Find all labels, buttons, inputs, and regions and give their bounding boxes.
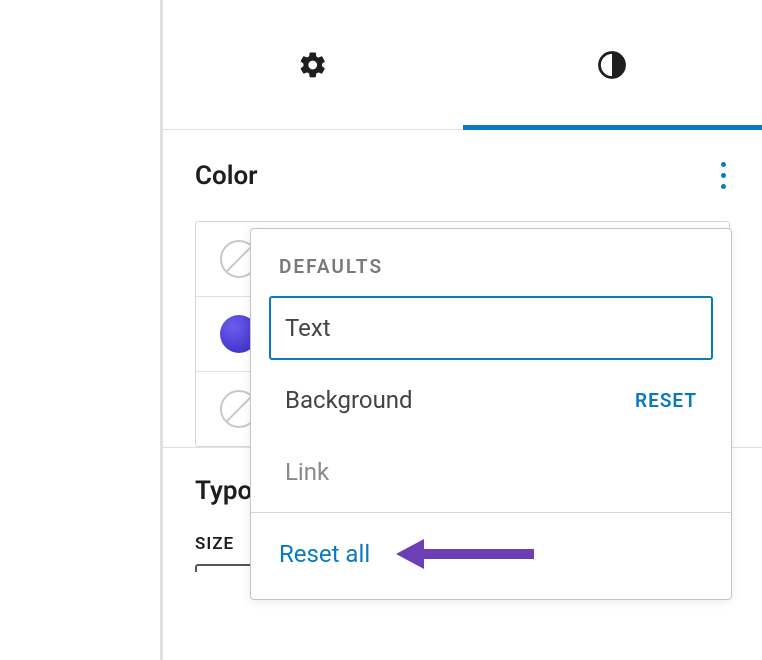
active-tab-indicator xyxy=(463,125,762,130)
tab-settings[interactable] xyxy=(163,0,463,129)
popover-item-label: Link xyxy=(285,458,329,486)
dots-icon xyxy=(721,173,726,178)
contrast-icon xyxy=(597,50,627,80)
color-section-title: Color xyxy=(195,161,258,191)
popover-item-background[interactable]: Background RESET xyxy=(269,368,713,432)
popover-footer: Reset all xyxy=(251,512,731,599)
dots-icon xyxy=(721,184,726,189)
tab-styles[interactable] xyxy=(463,0,762,129)
tabs-row xyxy=(163,0,762,130)
popover-item-link[interactable]: Link xyxy=(269,440,713,504)
color-options-popover: DEFAULTS Text Background RESET Link Rese… xyxy=(250,228,732,600)
popover-item-label: Background xyxy=(285,386,413,414)
gear-icon xyxy=(298,50,328,80)
arrow-head-icon xyxy=(396,539,424,569)
annotation-arrow xyxy=(396,539,534,569)
color-options-menu-button[interactable] xyxy=(717,158,730,193)
dots-icon xyxy=(721,162,726,167)
popover-item-text[interactable]: Text xyxy=(269,296,713,360)
color-section-header: Color xyxy=(195,158,730,193)
reset-background-button[interactable]: RESET xyxy=(635,389,697,412)
arrow-shaft xyxy=(424,549,534,559)
popover-item-label: Text xyxy=(285,314,331,342)
popover-header: DEFAULTS xyxy=(251,229,731,288)
reset-all-button[interactable]: Reset all xyxy=(279,540,370,568)
